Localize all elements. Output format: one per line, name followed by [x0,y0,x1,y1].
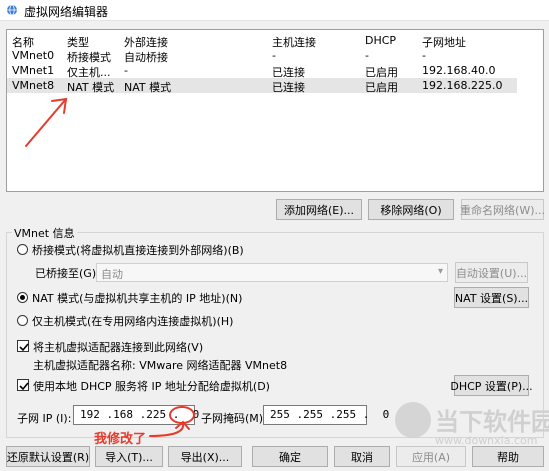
cell-dhcp: - [365,49,369,62]
window-title: 虚拟网络编辑器 [24,5,109,19]
subnet-ip-label: 子网 IP (I): [17,412,72,425]
import-button[interactable]: 导入(T)... [95,446,163,467]
nat-mode-radio[interactable] [17,292,28,303]
list-row-vmnet0[interactable]: VMnet0 桥接模式 自动桥接 - - - [7,48,517,64]
bridged-to-value: 自动 [101,268,123,281]
highlight-oval [169,406,195,424]
dhcp-label[interactable]: 使用本地 DHCP 服务将 IP 地址分配给虚拟机(D) [33,378,270,394]
connect-adapter-checkbox[interactable] [17,340,29,352]
adapter-name-text: 主机虚拟适配器名称: VMware 网络适配器 VMnet8 [33,359,288,372]
title-bar: 虚拟网络编辑器 [0,0,549,21]
host-only-mode-label[interactable]: 仅主机模式(在专用网络内连接虚拟机)(H) [32,313,233,329]
restore-defaults-button[interactable]: 还原默认设置(R) [6,446,90,467]
dhcp-checkbox[interactable] [17,379,29,391]
cell-host: 已连接 [272,81,305,94]
ok-button[interactable]: 确定 [252,446,328,467]
chevron-down-icon: ▾ [437,266,443,277]
host-only-mode-radio[interactable] [17,315,28,326]
bridged-to-label: 已桥接至(G): [35,267,100,280]
cell-type: NAT 模式 [67,81,115,94]
checkmark-icon [19,343,29,352]
watermark-logo-icon [395,402,431,438]
subnet-mask-label: 子网掩码(M): [201,412,267,425]
auto-settings-button[interactable]: 自动设置(U)... [455,262,528,283]
cell-name: VMnet8 [12,79,55,92]
nat-settings-button[interactable]: NAT 设置(S)... [454,287,529,308]
bridged-mode-radio[interactable] [17,244,28,255]
watermark: 当下软件园 www.downxia.com [395,400,549,452]
cell-name: VMnet1 [12,64,55,77]
list-header: 名称 类型 外部连接 主机连接 DHCP 子网地址 [7,33,517,49]
subnet-mask-field[interactable]: 255 .255 .255 . 0 [263,405,389,425]
dhcp-settings-button[interactable]: DHCP 设置(P)... [450,375,533,396]
export-button[interactable]: 导出(X)... [168,446,242,467]
annotation-text: 我修改了 [94,432,147,447]
cell-external: - [124,64,128,77]
cell-subnet: - [422,49,426,62]
cell-dhcp: 已启用 [365,81,398,94]
network-list[interactable]: 名称 类型 外部连接 主机连接 DHCP 子网地址 VMnet0 桥接模式 自动… [6,29,544,192]
add-network-button[interactable]: 添加网络(E)... [276,199,362,220]
cell-name: VMnet0 [12,49,55,62]
cell-external: NAT 模式 [124,81,172,94]
network-globe-icon [7,4,17,16]
watermark-brand: 当下软件园 [435,408,549,436]
rename-network-button[interactable]: 重命名网络(W)... [460,199,545,220]
list-row-vmnet8[interactable]: VMnet8 NAT 模式 NAT 模式 已连接 已启用 192.168.225… [7,78,517,94]
column-header-dhcp[interactable]: DHCP [365,34,396,47]
bridged-to-select[interactable]: 自动 ▾ [96,263,448,282]
list-row-vmnet1[interactable]: VMnet1 仅主机... - 已连接 已启用 192.168.40.0 [7,63,517,79]
connect-adapter-label[interactable]: 将主机虚拟适配器连接到此网络(V) [33,339,203,355]
cell-subnet: 192.168.40.0 [422,64,496,77]
checkmark-icon [19,382,29,391]
vmnet-info-label: VMnet 信息 [12,225,77,241]
nat-mode-label[interactable]: NAT 模式(与虚拟机共享主机的 IP 地址)(N) [32,290,242,306]
remove-network-button[interactable]: 移除网络(O) [368,199,454,220]
cell-host: - [272,49,276,62]
bridged-mode-label[interactable]: 桥接模式(将虚拟机直接连接到外部网络)(B) [32,242,244,258]
cancel-button[interactable]: 取消 [334,446,390,467]
cell-subnet: 192.168.225.0 [422,79,503,92]
watermark-url: www.downxia.com [435,434,538,447]
